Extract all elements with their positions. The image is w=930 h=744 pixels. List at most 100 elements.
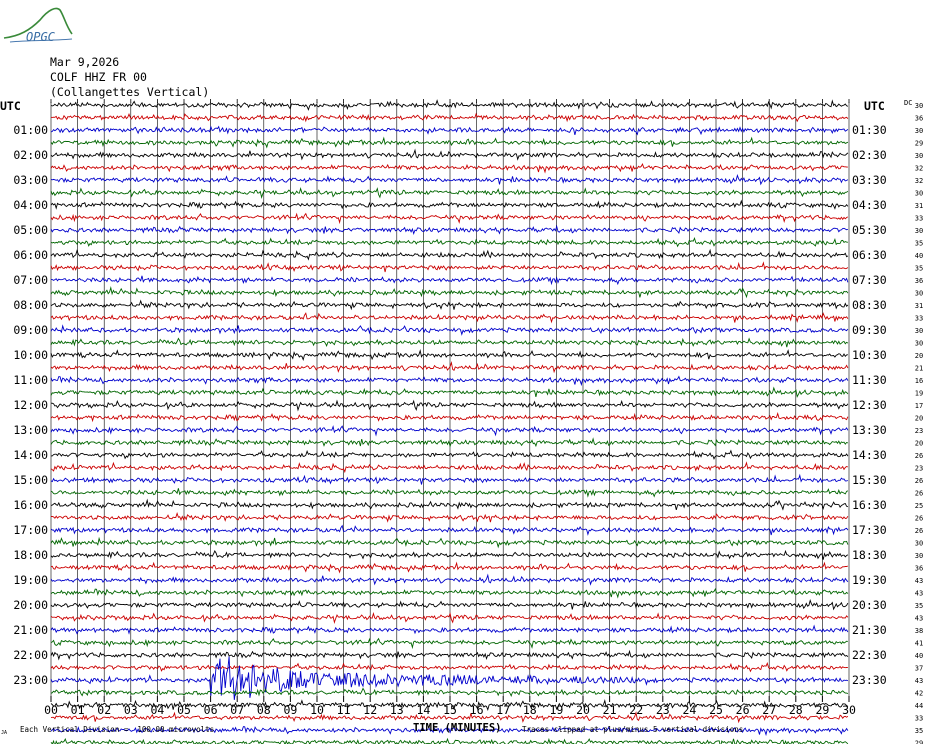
dc-value: 30	[915, 227, 923, 235]
hour-label-right: 06:30	[852, 248, 887, 262]
hour-label-left: 07:00	[13, 273, 48, 287]
hour-label-right: 15:30	[852, 473, 887, 487]
hour-label-left: 09:00	[13, 323, 48, 337]
dc-value: 35	[915, 240, 923, 248]
hour-label-left: 22:00	[13, 648, 48, 662]
hour-label-right: 03:30	[852, 173, 887, 187]
hour-label-left: 10:00	[13, 348, 48, 362]
trace-layer	[50, 99, 849, 744]
x-tick-label: 23	[656, 703, 670, 717]
trace-row-24	[51, 399, 849, 412]
x-axis-title: TIME (MINUTES)	[413, 722, 502, 734]
trace-row-29	[50, 461, 849, 474]
trace-row-9	[50, 212, 849, 225]
trace-row-23	[50, 386, 849, 398]
x-tick-label: 17	[496, 703, 510, 717]
hour-label-right: 02:30	[852, 148, 887, 162]
hour-label-right: 08:30	[852, 298, 887, 312]
x-tick-label: 02	[97, 703, 111, 717]
scale-note: Each Vertical Division = 100.00 microvol…	[20, 725, 215, 734]
grid-layer	[50, 99, 850, 702]
trace-row-18	[50, 324, 849, 336]
x-tick-label: 00	[44, 703, 58, 717]
x-tick-label: 24	[682, 703, 696, 717]
trace-row-17	[50, 312, 849, 324]
dc-value: 36	[915, 115, 923, 123]
trace-row-21	[50, 360, 849, 374]
trace-row-1	[50, 112, 849, 123]
dc-value: 30	[915, 127, 923, 135]
hour-label-right: 21:30	[852, 623, 887, 637]
trace-row-15	[50, 286, 849, 299]
x-tick-label: 07	[230, 703, 244, 717]
trace-row-11	[50, 237, 848, 248]
dc-value: 31	[915, 202, 923, 210]
x-tick-label: 09	[283, 703, 297, 717]
hour-label-right: 14:30	[852, 448, 887, 462]
hour-label-right: 17:30	[852, 523, 887, 537]
dc-value: 36	[915, 565, 923, 573]
trace-row-8	[50, 199, 849, 210]
trace-row-42	[50, 624, 849, 635]
hour-label-right: 05:30	[852, 223, 887, 237]
x-tick-label: 27	[762, 703, 776, 717]
hour-label-right: 13:30	[852, 423, 887, 437]
hour-label-left: 14:00	[13, 448, 48, 462]
trace-row-10	[50, 224, 849, 236]
hour-label-right: 01:30	[852, 123, 887, 137]
x-tick-label: 01	[71, 703, 85, 717]
dc-value: 32	[915, 165, 923, 173]
x-tick-label: 06	[204, 703, 218, 717]
dc-value: 23	[915, 427, 923, 435]
trace-row-34	[50, 524, 849, 536]
trace-row-27	[50, 437, 849, 448]
dc-value: 21	[915, 365, 923, 373]
dc-value: 29	[915, 140, 923, 148]
trace-row-43	[50, 637, 848, 650]
x-tick-label: 05	[177, 703, 191, 717]
x-tick-label: 18	[523, 703, 537, 717]
hour-label-left: 17:00	[13, 523, 48, 537]
dc-value: 40	[915, 252, 923, 260]
dc-value: 33	[915, 715, 923, 723]
dc-value: 44	[915, 702, 923, 710]
trace-row-12	[50, 248, 849, 261]
trace-row-39	[50, 588, 849, 599]
trace-row-37	[50, 561, 849, 574]
dc-value: 26	[915, 527, 923, 535]
trace-row-0	[50, 99, 849, 111]
hour-label-left: 20:00	[13, 598, 48, 612]
x-tick-label: 29	[815, 703, 829, 717]
dc-value: 23	[915, 465, 923, 473]
hour-label-left: 02:00	[13, 148, 48, 162]
hour-label-right: 12:30	[852, 398, 887, 412]
dc-value: 43	[915, 677, 923, 685]
dc-value: 35	[915, 727, 923, 735]
hour-label-left: 01:00	[13, 123, 48, 137]
hour-label-right: 11:30	[852, 373, 887, 387]
x-tick-label: 21	[603, 703, 617, 717]
trace-row-46	[50, 656, 849, 700]
hour-label-left: 03:00	[13, 173, 48, 187]
hour-label-right: 19:30	[852, 573, 887, 587]
dc-value: 35	[915, 265, 923, 273]
dc-value: 29	[915, 740, 923, 744]
trace-row-31	[50, 488, 849, 498]
x-tick-label: 16	[470, 703, 484, 717]
helicorder-plot: 00 01 02 03 04 05 06 07 08 09 10 11 12 13 14 15 16 17 18 19…	[13, 99, 923, 744]
dc-value: 40	[915, 652, 923, 660]
x-tick-label: 11	[337, 703, 351, 717]
corner-mark: JA	[1, 730, 8, 736]
dc-value: 30	[915, 540, 923, 548]
dc-value: 30	[915, 102, 923, 110]
dc-value: 35	[915, 602, 923, 610]
clip-note: Traces clipped at plus/minus 5 vertical …	[522, 725, 744, 734]
x-tick-label: 03	[124, 703, 138, 717]
x-tick-label: 30	[842, 703, 856, 717]
x-tick-label: 26	[736, 703, 750, 717]
trace-row-32	[50, 498, 849, 511]
trace-row-26	[50, 425, 849, 437]
hour-label-right: 10:30	[852, 348, 887, 362]
hour-label-left: 12:00	[13, 398, 48, 412]
dc-value: 30	[915, 340, 923, 348]
